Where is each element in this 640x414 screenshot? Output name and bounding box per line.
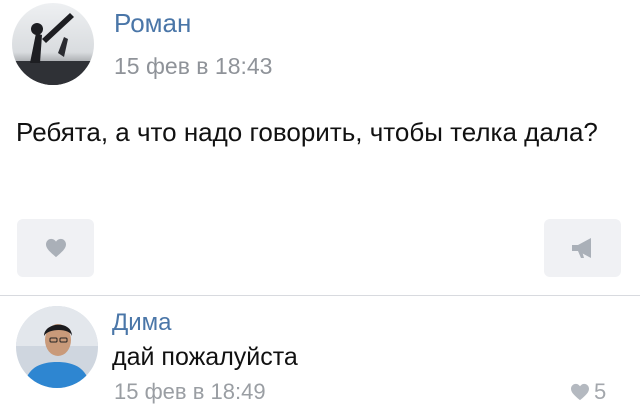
section-divider [0, 295, 640, 296]
comment-like-count: 5 [594, 379, 607, 404]
comment-timestamp[interactable]: 15 фев в 18:49 [114, 379, 266, 405]
post-author-name[interactable]: Роман [114, 8, 191, 39]
megaphone-icon [571, 238, 591, 258]
comment-author-avatar[interactable] [16, 306, 98, 388]
comment-author-name[interactable]: Дима [112, 309, 172, 337]
post-text: Ребята, а что надо говорить, чтобы телка… [16, 117, 598, 147]
like-button[interactable] [17, 219, 94, 277]
share-button[interactable] [544, 219, 621, 277]
heart-icon [45, 238, 66, 258]
post-author-avatar[interactable] [12, 3, 94, 85]
post-timestamp[interactable]: 15 фев в 18:43 [114, 53, 272, 80]
heart-icon [571, 383, 589, 401]
comment-like-button[interactable]: 5 [570, 379, 606, 405]
comment-text: дай пожалуйста [112, 343, 298, 371]
